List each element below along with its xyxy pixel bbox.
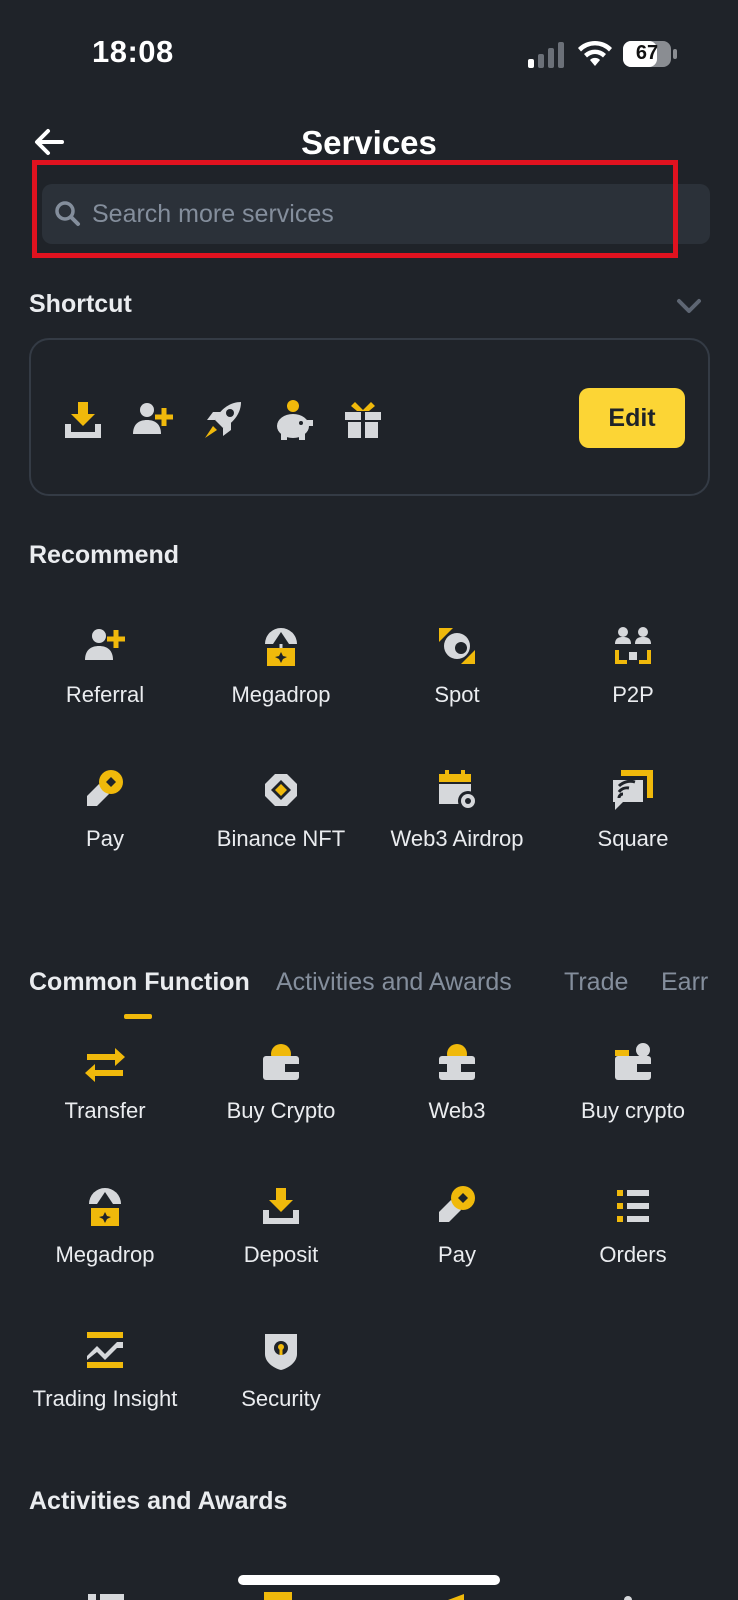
recommend-item-referral[interactable]: Referral [17, 624, 193, 744]
spot-icon [439, 628, 475, 664]
function-item-trading-insight[interactable]: Trading Insight [17, 1328, 193, 1448]
deposit-icon[interactable] [61, 398, 105, 442]
tab-common-function[interactable]: Common Function [29, 968, 250, 997]
pay-icon [87, 770, 123, 806]
highlight-box [32, 160, 678, 258]
edit-button[interactable]: Edit [579, 388, 685, 448]
savings-icon[interactable] [271, 398, 315, 442]
tab-earn[interactable]: Earr [661, 968, 708, 997]
battery-level: 67 [635, 42, 659, 64]
chevron-down-icon[interactable] [676, 296, 702, 316]
recommend-item-web3-airdrop[interactable]: Web3 Airdrop [369, 768, 545, 888]
web3-wallet-icon [439, 1044, 475, 1080]
function-item-label: Orders [599, 1242, 667, 1267]
launchpad-icon[interactable] [201, 398, 245, 442]
recommend-item-label: Spot [434, 682, 480, 707]
function-item-pay[interactable]: Pay [369, 1184, 545, 1304]
shortcut-title: Shortcut [29, 290, 132, 318]
megaphone-icon [448, 1594, 464, 1600]
status-time: 18:08 [92, 34, 174, 69]
tab-activities-and-awards[interactable]: Activities and Awards [276, 968, 512, 997]
buy-crypto-icon [263, 1044, 299, 1080]
category-tabs: Common Function Activities and Awards Tr… [29, 968, 710, 1028]
orders-icon [617, 1190, 649, 1222]
recommend-item-label: Square [597, 826, 669, 851]
recommend-item-p2p[interactable]: P2P [545, 624, 721, 744]
security-icon [265, 1334, 297, 1370]
function-item-deposit[interactable]: Deposit [193, 1184, 369, 1304]
pay-icon [439, 1186, 475, 1222]
recommend-item-label: Binance NFT [216, 826, 346, 851]
recommend-item-spot[interactable]: Spot [369, 624, 545, 744]
tab-trade[interactable]: Trade [564, 968, 628, 997]
buy-crypto-p2p-icon [615, 1043, 651, 1080]
home-indicator[interactable] [238, 1575, 500, 1585]
cellular-signal-icon [528, 42, 564, 68]
function-item-buy-crypto[interactable]: Buy Crypto [193, 1040, 369, 1160]
active-tab-indicator [124, 1014, 152, 1019]
function-item-buy-crypto-p2p[interactable]: Buy crypto [545, 1040, 721, 1160]
function-item-label: Security [241, 1386, 321, 1411]
referral-icon[interactable] [131, 398, 175, 442]
function-item-transfer[interactable]: Transfer [17, 1040, 193, 1160]
p2p-icon [615, 627, 651, 664]
megadrop-icon [265, 628, 297, 666]
status-bar: 18:08 67 [0, 0, 738, 100]
person-icon [624, 1596, 632, 1600]
function-item-label: Web3 [428, 1098, 486, 1123]
activities-title: Activities and Awards [29, 1487, 288, 1515]
function-item-label: Megadrop [55, 1242, 155, 1267]
function-item-label: Trading Insight [32, 1386, 178, 1411]
calendar-icon [264, 1592, 292, 1600]
function-item-label: Buy crypto [581, 1098, 685, 1123]
function-item-security[interactable]: Security [193, 1328, 369, 1448]
function-item-orders[interactable]: Orders [545, 1184, 721, 1304]
recommend-item-pay[interactable]: Pay [17, 768, 193, 888]
recommend-item-label: Referral [65, 682, 145, 707]
wifi-icon [578, 40, 612, 66]
transfer-icon [85, 1048, 125, 1082]
deposit-icon [263, 1188, 299, 1224]
function-item-megadrop[interactable]: Megadrop [17, 1184, 193, 1304]
square-icon [613, 770, 653, 810]
referral-icon [85, 629, 125, 660]
recommend-item-binance-nft[interactable]: Binance NFT [193, 768, 369, 888]
trading-insight-icon [87, 1332, 123, 1368]
web3-airdrop-icon [439, 770, 478, 811]
megadrop-icon [89, 1188, 121, 1226]
recommend-item-megadrop[interactable]: Megadrop [193, 624, 369, 744]
recommend-item-square[interactable]: Square [545, 768, 721, 888]
gift-icon[interactable] [341, 398, 385, 442]
function-item-label: Deposit [243, 1242, 319, 1267]
recommend-title: Recommend [29, 541, 180, 569]
function-item-web3[interactable]: Web3 [369, 1040, 545, 1160]
nft-icon [265, 774, 297, 806]
recommend-item-label: Megadrop [231, 682, 331, 707]
list-icon [88, 1594, 124, 1600]
recommend-item-label: P2P [612, 682, 654, 707]
shortcut-panel: Edit [29, 338, 710, 496]
page-title: Services [301, 124, 437, 161]
function-item-label: Pay [438, 1242, 476, 1267]
function-item-label: Buy Crypto [226, 1098, 336, 1123]
recommend-item-label: Pay [86, 826, 124, 851]
battery-indicator: 67 [622, 40, 678, 68]
recommend-item-label: Web3 Airdrop [390, 826, 524, 851]
function-item-label: Transfer [64, 1098, 146, 1123]
